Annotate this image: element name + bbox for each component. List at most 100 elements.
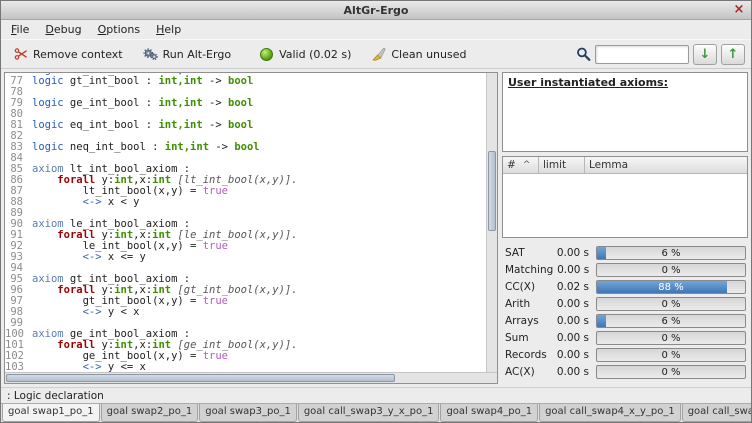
stat-time: 0.00 s [553,298,589,310]
stat-progressbar: 6 % [596,246,746,260]
stat-label: Records [505,349,553,361]
menu-help[interactable]: Help [148,21,189,38]
tab-goal-call_swap3_y_x_po_1[interactable]: goal call_swap3_y_x_po_1 [298,404,440,422]
code-line[interactable]: 83logic neq_int_bool : int,int -> bool [5,142,486,153]
stat-label: Sum [505,332,553,344]
search-icon [576,47,591,62]
valid-status: Valid (0.02 s) [253,44,357,65]
code-line[interactable]: 81logic eq_int_bool : int,int -> bool [5,120,486,131]
progress-label: 0 % [597,264,745,276]
valid-status-icon [259,47,274,62]
tab-goal-swap3_po_1[interactable]: goal swap3_po_1 [199,404,297,422]
stat-label: Arrays [505,315,553,327]
menu-options[interactable]: Options [90,21,148,38]
column-header-num[interactable]: # ^ [503,157,539,174]
arrow-up-icon: ↑ [728,48,739,61]
column-header-lemma[interactable]: Lemma [585,157,747,174]
tab-goal-swap1_po_1[interactable]: goal swap1_po_1 [2,404,100,422]
stat-time: 0.00 s [553,264,589,276]
stat-time: 0.00 s [553,366,589,378]
search-prev-button[interactable]: ↑ [721,44,745,65]
stat-label: Arith [505,298,553,310]
code-line[interactable]: 77logic gt_int_bool : int,int -> bool [5,76,486,87]
sort-indicator-icon: ^ [523,160,531,170]
stat-progressbar: 0 % [596,263,746,277]
stat-progressbar: 0 % [596,365,746,379]
close-icon[interactable]: × [731,2,747,18]
stat-row: SAT0.00 s6 % [505,244,746,261]
editor-vertical-scrollbar[interactable] [486,73,497,372]
remove-context-label: Remove context [33,48,123,61]
stat-row: Arrays0.00 s 6 % [505,313,746,330]
menu-debug[interactable]: Debug [37,21,89,38]
progress-label: 0 % [597,332,745,344]
progress-label: 0 % [597,366,745,378]
progress-label: 6 % [597,247,745,259]
search-input[interactable] [595,45,689,64]
tab-goal-swap2_po_1[interactable]: goal swap2_po_1 [101,404,199,422]
stat-label: SAT [505,247,553,259]
tab-goal-swap4_po_1[interactable]: goal swap4_po_1 [440,404,538,422]
vscroll-thumb[interactable] [488,151,496,232]
code-line[interactable]: 88 <-> x < y [5,197,486,208]
hscroll-thumb[interactable] [6,374,395,382]
clean-unused-label: Clean unused [391,48,466,61]
stat-progressbar: 0 % [596,348,746,362]
column-header-limit[interactable]: limit [539,157,585,174]
stat-time: 0.02 s [553,281,589,293]
stat-label: AC(X) [505,366,553,378]
run-alt-ergo-button[interactable]: Run Alt-Ergo [137,44,237,65]
gears-icon [143,47,158,62]
instances-panel: # ^ limit Lemma [502,156,748,238]
statusbar: : Logic declaration [1,387,751,403]
titlebar[interactable]: AltGr-Ergo × [1,1,751,20]
stat-row: Arith0.00 s 0 % [505,295,746,312]
stat-label: CC(X) [505,281,553,293]
tab-goal-call_swap4_y_x_po_1[interactable]: goal call_swap4_y_x_po_1 [682,404,751,422]
editor-panel: 76logic lt_int_bool : int,int -> bool77l… [4,72,498,384]
stat-time: 0.00 s [553,349,589,361]
main-area: 76logic lt_int_bool : int,int -> bool77l… [1,69,751,387]
stat-progressbar: 0 % [596,331,746,345]
code-line[interactable]: 103 <-> y <= x [5,362,486,372]
altgr-ergo-window: AltGr-Ergo × FileDebugOptionsHelp Remove… [0,0,752,423]
arrow-down-icon: ↓ [700,48,711,61]
line-number: 103 [5,362,32,372]
user-axioms-panel: User instantiated axioms: [502,72,748,152]
stat-progressbar: 88 % [596,280,746,294]
search-next-button[interactable]: ↓ [693,44,717,65]
menubar: FileDebugOptionsHelp [1,20,751,39]
tab-goal-call_swap4_x_y_po_1[interactable]: goal call_swap4_x_y_po_1 [539,404,681,422]
stat-progressbar: 6 % [596,314,746,328]
instances-table-body[interactable] [503,174,747,237]
progress-label: 6 % [597,315,745,327]
code-line[interactable]: 93 <-> x <= y [5,252,486,263]
stat-row: Sum0.00 s 0 % [505,330,746,347]
stat-label: Matching [505,264,553,276]
stat-time: 0.00 s [553,315,589,327]
status-text: : Logic declaration [7,390,104,402]
right-panel: User instantiated axioms: # ^ limit Lemm… [502,72,748,384]
stat-time: 0.00 s [553,332,589,344]
progress-label: 0 % [597,298,745,310]
brush-icon [371,47,386,62]
stat-row: CC(X)0.02 s 88 % [505,278,746,295]
menu-file[interactable]: File [3,21,37,38]
valid-status-label: Valid (0.02 s) [279,48,351,61]
editor-horizontal-scrollbar[interactable] [5,372,497,383]
window-title: AltGr-Ergo [344,4,409,17]
scissors-icon [13,47,28,62]
code-line[interactable]: 79logic ge_int_bool : int,int -> bool [5,98,486,109]
goal-tabbar: goal swap1_po_1goal swap2_po_1goal swap3… [1,403,751,422]
progress-label: 0 % [597,349,745,361]
stat-row: Records0.00 s 0 % [505,347,746,364]
remove-context-button[interactable]: Remove context [7,44,129,65]
stat-row: Matching0.00 s 0 % [505,261,746,278]
user-axioms-title: User instantiated axioms: [508,76,742,89]
clean-unused-button[interactable]: Clean unused [365,44,472,65]
source-view[interactable]: 76logic lt_int_bool : int,int -> bool77l… [5,73,486,372]
code-line[interactable]: 98 <-> y < x [5,307,486,318]
instances-table-header: # ^ limit Lemma [503,157,747,174]
statistics-panel: SAT0.00 s6 %Matching0.00 s0 %CC(X)0.02 s… [502,242,748,384]
run-alt-ergo-label: Run Alt-Ergo [163,48,231,61]
